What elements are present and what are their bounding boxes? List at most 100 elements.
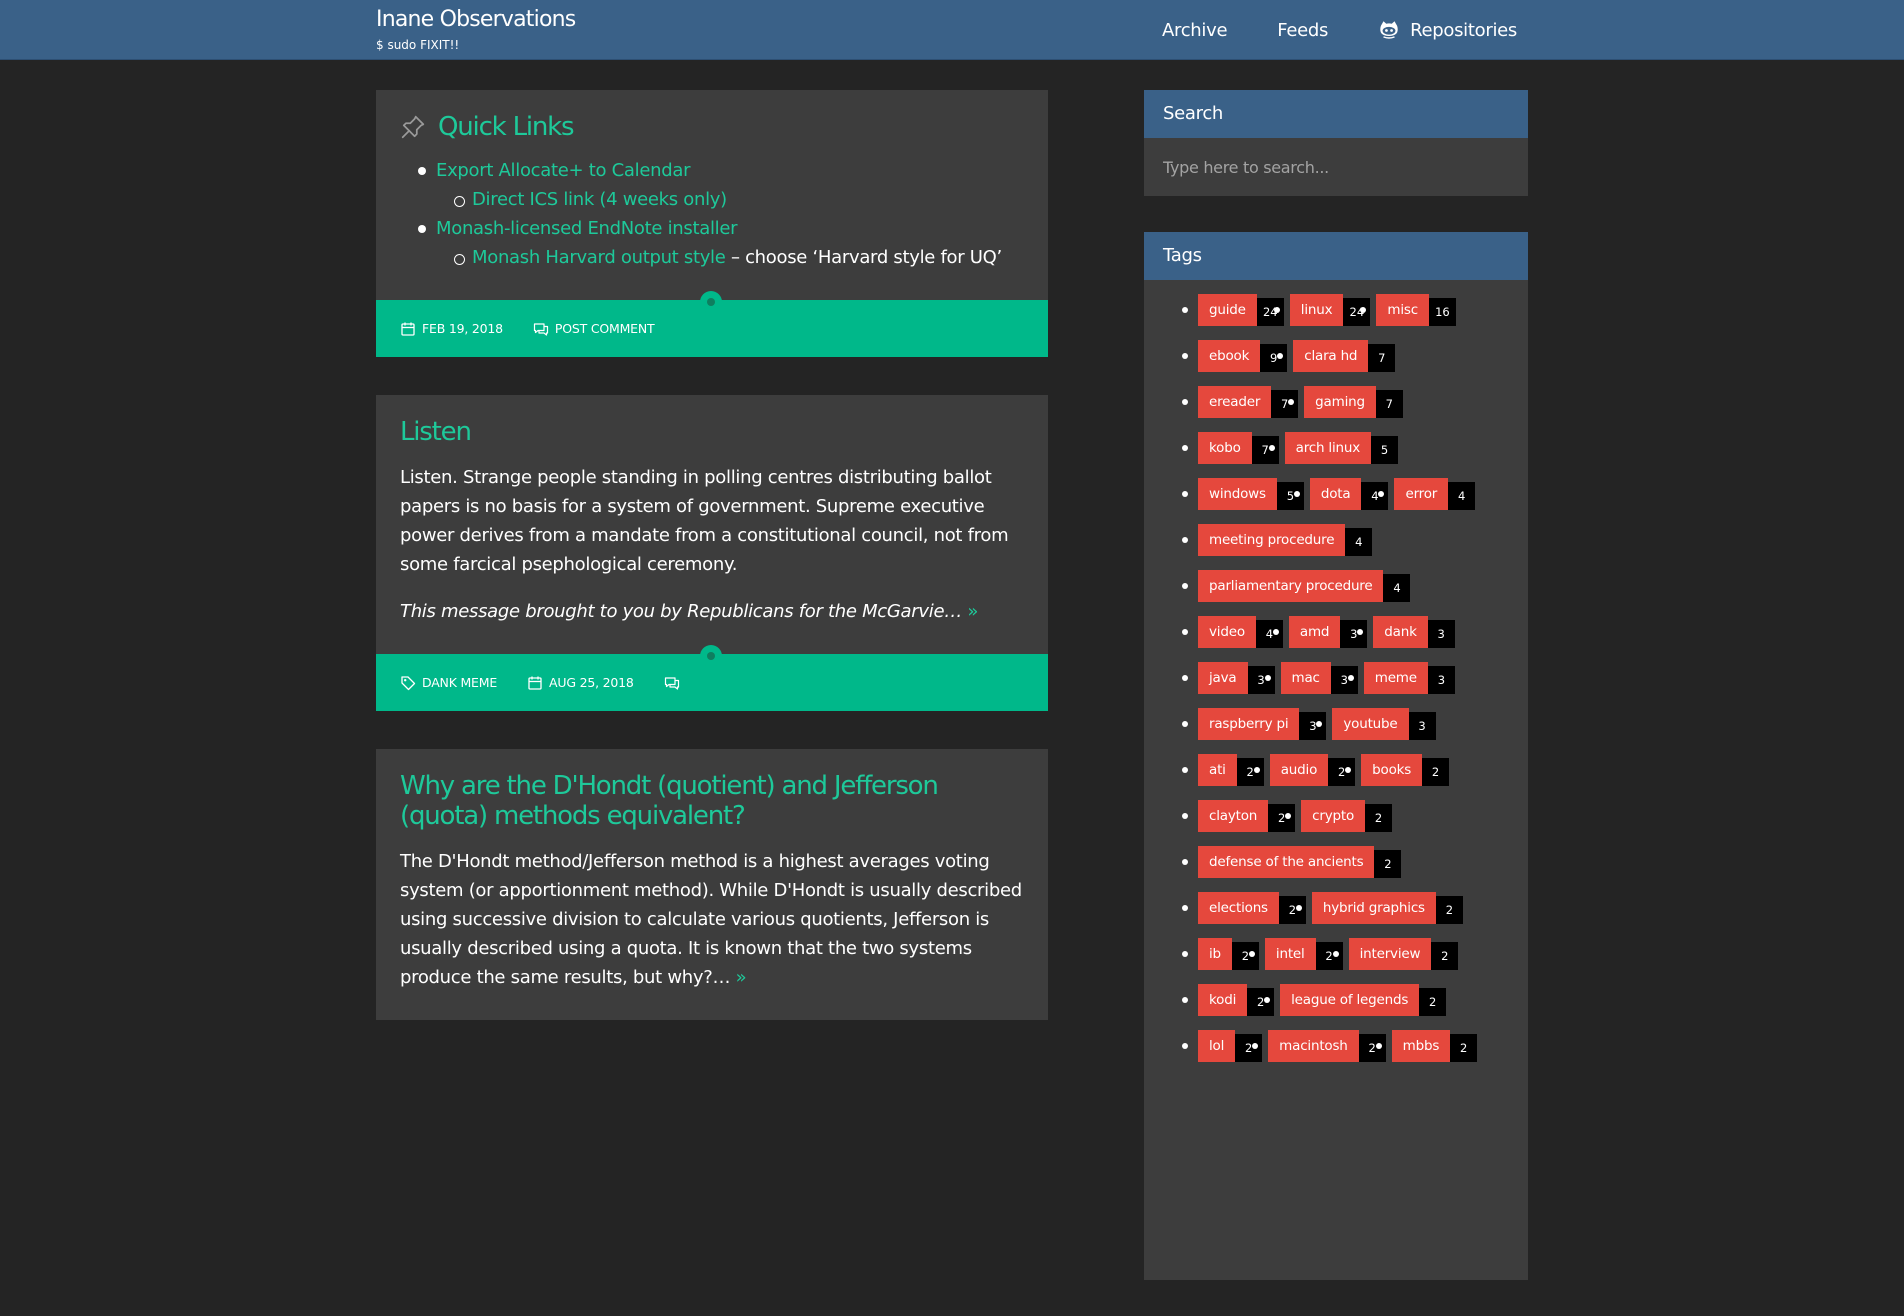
tag-count: 4 — [1345, 528, 1373, 556]
tag-link[interactable]: dank 3 — [1373, 616, 1455, 648]
nav-repositories[interactable]: Repositories — [1378, 19, 1517, 41]
tag-item: elections 2 — [1198, 892, 1306, 924]
tag-item: meeting procedure 4 — [1198, 524, 1373, 556]
tag-link[interactable]: dota 4 — [1309, 478, 1389, 510]
tag-name: meeting procedure — [1198, 524, 1346, 556]
tag-item: defense of the ancients 2 — [1198, 846, 1402, 878]
tag-link[interactable]: meme 3 — [1363, 662, 1455, 694]
tag-link[interactable]: raspberry pi 3 — [1198, 708, 1327, 740]
tag-count: 2 — [1328, 758, 1356, 786]
tag-link[interactable]: windows 5 — [1198, 478, 1304, 510]
nav-feeds[interactable]: Feeds — [1277, 20, 1328, 41]
post-comment-link[interactable] — [664, 675, 686, 691]
list-item: Export Allocate+ to Calendar Direct ICS … — [400, 156, 1024, 214]
calendar-icon — [401, 322, 415, 336]
widget-body — [1144, 138, 1528, 196]
tag-row: elections 2 hybrid graphics 2 — [1198, 892, 1528, 938]
tag-link[interactable]: kobo 7 — [1198, 432, 1279, 464]
tag-link[interactable]: mbbs 2 — [1391, 1030, 1478, 1062]
site-header: Inane Observations $ sudo FIXIT!! Archiv… — [0, 0, 1904, 60]
tag-link[interactable]: amd 3 — [1288, 616, 1368, 648]
tag-count: 7 — [1375, 390, 1403, 418]
tag-link[interactable]: interview 2 — [1348, 938, 1459, 970]
tag-link[interactable]: kodi 2 — [1198, 984, 1275, 1016]
tag-item: crypto 2 — [1301, 800, 1393, 832]
post-comment-label: POST COMMENT — [554, 321, 655, 336]
post-comment-link[interactable]: POST COMMENT — [533, 321, 655, 337]
tag-link[interactable]: macintosh 2 — [1268, 1030, 1386, 1062]
tag-count: 2 — [1435, 896, 1463, 924]
italic-text: This message brought to you by Republica… — [400, 601, 962, 622]
tag-item: dota 4 — [1309, 478, 1389, 510]
tag-link[interactable]: youtube 3 — [1332, 708, 1436, 740]
link-export-allocate[interactable]: Export Allocate+ to Calendar — [436, 160, 690, 181]
tag-count: 2 — [1315, 942, 1343, 970]
tag-row: windows 5 dota 4 error 4 — [1198, 478, 1528, 524]
tag-name: amd — [1288, 616, 1341, 648]
nav-archive[interactable]: Archive — [1162, 20, 1228, 41]
search-input[interactable] — [1144, 138, 1528, 196]
tag-item: linux 24 — [1289, 294, 1371, 326]
post-body: Quick Links Export Allocate+ to Calendar… — [376, 90, 1048, 300]
tag-link[interactable]: books 2 — [1361, 754, 1450, 786]
link-endnote-installer[interactable]: Monash-licensed EndNote installer — [436, 218, 738, 239]
tag-link[interactable]: misc 16 — [1376, 294, 1456, 326]
site-title-link[interactable]: Inane Observations — [376, 6, 576, 34]
tag-link[interactable]: meeting procedure 4 — [1198, 524, 1373, 556]
post-title-link[interactable]: Listen — [400, 417, 472, 447]
list-item: Monash-licensed EndNote installer Monash… — [400, 214, 1024, 272]
read-more-link[interactable]: » — [736, 967, 747, 988]
tag-link[interactable]: video 4 — [1198, 616, 1283, 648]
tag-name: guide — [1198, 294, 1257, 326]
tag-link[interactable]: arch linux 5 — [1284, 432, 1399, 464]
tag-link[interactable]: ereader 7 — [1198, 386, 1299, 418]
calendar-icon — [528, 676, 542, 690]
tag-link[interactable]: parliamentary procedure 4 — [1198, 570, 1411, 602]
tag-link[interactable]: linux 24 — [1289, 294, 1371, 326]
tag-count: 2 — [1236, 758, 1264, 786]
tag-link[interactable]: clayton 2 — [1198, 800, 1296, 832]
tag-count: 9 — [1260, 344, 1288, 372]
tag-name: java — [1198, 662, 1248, 694]
tag-row: parliamentary procedure 4 — [1198, 570, 1528, 616]
tag-link[interactable]: audio 2 — [1269, 754, 1356, 786]
link-direct-ics[interactable]: Direct ICS link (4 weeks only) — [472, 189, 727, 210]
tag-link[interactable]: ebook 9 — [1198, 340, 1288, 372]
post-tags-link[interactable]: DANK MEME — [400, 675, 497, 691]
post-title-link[interactable]: Why are the D'Hondt (quotient) and Jeffe… — [400, 771, 1024, 831]
tag-link[interactable]: elections 2 — [1198, 892, 1306, 924]
tag-name: interview — [1348, 938, 1432, 970]
tag-count: 2 — [1235, 1034, 1263, 1062]
tag-link[interactable]: defense of the ancients 2 — [1198, 846, 1402, 878]
tag-item: parliamentary procedure 4 — [1198, 570, 1411, 602]
post-excerpt: The D'Hondt method/Jefferson method is a… — [400, 847, 1024, 992]
tag-link[interactable]: intel 2 — [1264, 938, 1343, 970]
tag-link[interactable]: crypto 2 — [1301, 800, 1393, 832]
tag-count: 7 — [1251, 436, 1279, 464]
tag-name: arch linux — [1284, 432, 1372, 464]
widget-body: guide 24 linux 24 misc 16 ebook 9 clara hd 7 eread… — [1144, 280, 1528, 1280]
tag-icon — [401, 675, 416, 690]
read-more-link[interactable]: » — [967, 601, 978, 622]
tag-row: guide 24 linux 24 misc 16 — [1198, 294, 1528, 340]
tag-row: ereader 7 gaming 7 — [1198, 386, 1528, 432]
tag-row: lol 2 macintosh 2 mbbs 2 — [1198, 1030, 1528, 1076]
tag-link[interactable]: clara hd 7 — [1293, 340, 1396, 372]
tag-link[interactable]: mac 3 — [1280, 662, 1358, 694]
tag-count: 3 — [1247, 666, 1275, 694]
tag-link[interactable]: hybrid graphics 2 — [1311, 892, 1463, 924]
tag-item: audio 2 — [1269, 754, 1356, 786]
post-title-link[interactable]: Quick Links — [438, 112, 575, 142]
tag-link[interactable]: league of legends 2 — [1280, 984, 1447, 1016]
link-harvard-style[interactable]: Monash Harvard output style — [472, 247, 726, 268]
sub-list: Direct ICS link (4 weeks only) — [436, 185, 1024, 214]
tag-link[interactable]: gaming 7 — [1304, 386, 1403, 418]
tag-count: 3 — [1299, 712, 1327, 740]
tag-link[interactable]: error 4 — [1394, 478, 1476, 510]
tag-item: dank 3 — [1373, 616, 1455, 648]
tag-count: 4 — [1361, 482, 1389, 510]
tag-link[interactable]: guide 24 — [1198, 294, 1284, 326]
tag-item: league of legends 2 — [1280, 984, 1447, 1016]
tag-link[interactable]: java 3 — [1198, 662, 1275, 694]
tag-count: 4 — [1255, 620, 1283, 648]
